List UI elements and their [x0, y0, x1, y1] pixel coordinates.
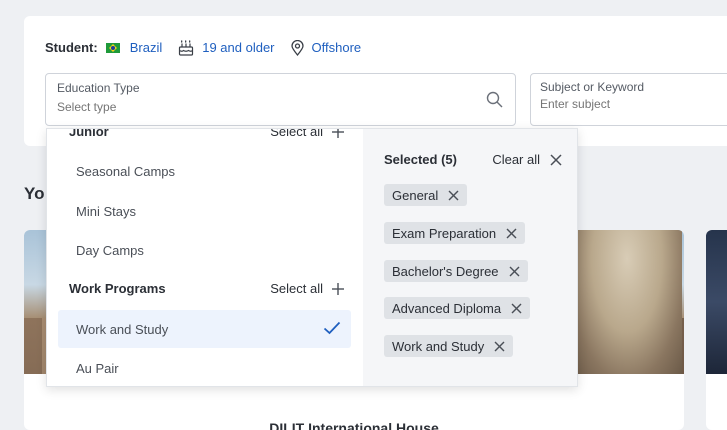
map-pin-icon: [290, 39, 304, 56]
select-all-junior-button[interactable]: Select all: [270, 129, 345, 139]
chip-exam-preparation: Exam Preparation: [384, 222, 526, 244]
chip-label: Advanced Diploma: [392, 300, 502, 316]
select-all-label: Select all: [270, 129, 323, 139]
chip-label: Work and Study: [392, 338, 485, 354]
subject-keyword-input[interactable]: [540, 97, 727, 111]
group-title: Junior: [69, 129, 109, 139]
clear-all-button[interactable]: Clear all: [492, 152, 562, 167]
education-type-dropdown: Junior Select all Seasonal Camps Mini St…: [46, 128, 578, 387]
option-seasonal-camps[interactable]: Seasonal Camps: [58, 152, 351, 190]
selected-header: Selected (5) Clear all: [384, 152, 562, 167]
option-work-and-study[interactable]: Work and Study: [58, 310, 351, 348]
options-list[interactable]: Junior Select all Seasonal Camps Mini St…: [47, 129, 363, 386]
option-au-pair[interactable]: Au Pair: [58, 349, 351, 386]
age-value: 19 and older: [202, 40, 275, 55]
close-icon: [550, 153, 562, 166]
student-label: Student:: [45, 40, 98, 55]
option-label: Mini Stays: [76, 203, 136, 219]
option-label: Day Camps: [76, 242, 144, 258]
next-school-photo: [706, 230, 727, 374]
student-bar: Student: Brazil 19 and older Offshore: [45, 39, 377, 56]
country-selector[interactable]: Brazil: [105, 40, 163, 55]
select-all-label: Select all: [270, 281, 323, 296]
location-value: Offshore: [311, 40, 362, 55]
option-mini-stays[interactable]: Mini Stays: [58, 192, 351, 230]
remove-chip-icon[interactable]: [509, 266, 520, 277]
education-type-input[interactable]: [57, 100, 437, 114]
chip-general: General: [384, 184, 468, 206]
clear-all-label: Clear all: [492, 152, 540, 167]
dome-image: [572, 230, 682, 374]
remove-chip-icon[interactable]: [494, 341, 505, 352]
country-value: Brazil: [129, 40, 163, 55]
selected-count: Selected (5): [384, 152, 457, 167]
chip-label: Exam Preparation: [392, 225, 497, 241]
remove-chip-icon[interactable]: [506, 228, 517, 239]
chip-label: Bachelor's Degree: [392, 263, 499, 279]
group-title: Work Programs: [69, 281, 166, 296]
chip-bachelors-degree: Bachelor's Degree: [384, 260, 528, 282]
group-work-programs: Work Programs Select all: [69, 281, 345, 296]
chip-work-and-study: Work and Study: [384, 335, 514, 357]
option-day-camps[interactable]: Day Camps: [58, 231, 351, 269]
chip-label: General: [392, 187, 439, 203]
option-label: Work and Study: [76, 321, 169, 337]
option-label: Au Pair: [76, 360, 119, 376]
group-junior: Junior Select all: [69, 129, 345, 139]
brazil-flag-icon: [105, 42, 120, 53]
plus-icon: [331, 129, 345, 139]
checkmark-icon: [323, 321, 341, 338]
birthday-cake-icon: [178, 39, 194, 56]
search-icon[interactable]: [486, 91, 503, 113]
school-card-title[interactable]: DILIT International House: [24, 420, 684, 430]
plus-icon: [331, 282, 345, 296]
remove-chip-icon[interactable]: [448, 190, 459, 201]
education-type-field[interactable]: Education Type: [45, 73, 516, 126]
select-all-work-programs-button[interactable]: Select all: [270, 281, 345, 296]
option-label: Seasonal Camps: [76, 163, 175, 179]
age-selector[interactable]: 19 and older: [178, 39, 275, 56]
location-selector[interactable]: Offshore: [290, 39, 362, 56]
subject-keyword-field[interactable]: Subject or Keyword: [530, 73, 727, 126]
next-school-card[interactable]: [706, 230, 727, 430]
remove-chip-icon[interactable]: [511, 303, 522, 314]
selected-panel: Selected (5) Clear all General Exam Prep…: [363, 129, 577, 386]
chip-advanced-diploma: Advanced Diploma: [384, 297, 531, 319]
subject-keyword-label: Subject or Keyword: [540, 80, 645, 94]
section-heading: Yo: [24, 184, 45, 203]
education-type-label: Education Type: [57, 81, 140, 95]
